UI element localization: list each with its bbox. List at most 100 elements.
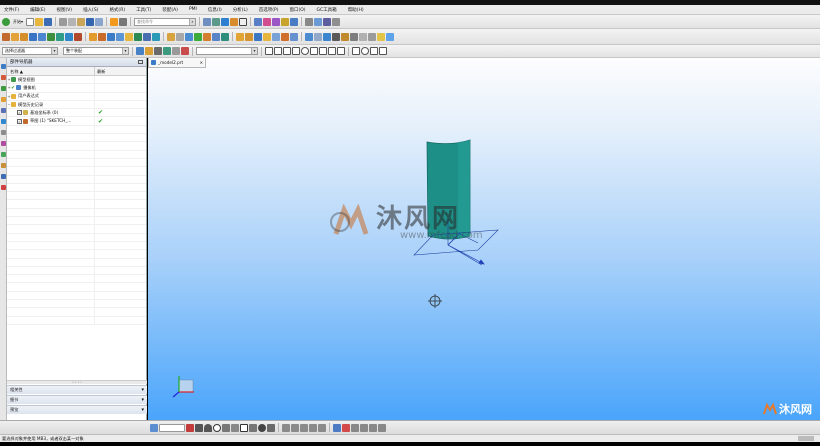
block-icon[interactable]: [47, 32, 55, 41]
color-icon[interactable]: [239, 17, 248, 26]
graphics-window[interactable]: _model2.prt ✕ 沐风网 www.mfcad.com 沐风网: [148, 58, 820, 420]
search-icon[interactable]: ⌕: [189, 18, 196, 25]
pattern-icon[interactable]: [203, 32, 211, 41]
column-header-name[interactable]: 名称 ▲: [7, 67, 95, 75]
roles-icon[interactable]: [1, 174, 6, 179]
tree-row-sketch[interactable]: ✓ 草图 (1) "SKETCH_... ✔: [7, 117, 146, 126]
tree-row-user-expressions[interactable]: + 用户表达式: [7, 92, 146, 101]
chevron-down-icon[interactable]: ▾: [141, 396, 144, 404]
make-corner-icon[interactable]: [300, 423, 308, 432]
camera-icon[interactable]: [368, 32, 376, 41]
snap-on-curve-icon[interactable]: [328, 47, 336, 55]
move-icon[interactable]: [263, 17, 272, 26]
manufacturing-wizards-icon[interactable]: [1, 163, 6, 168]
line-icon[interactable]: [195, 423, 203, 432]
menu-edit[interactable]: 编辑(E): [30, 7, 45, 13]
convert-reference-icon[interactable]: [369, 423, 377, 432]
start-icon[interactable]: [2, 17, 10, 26]
fillet-icon[interactable]: [222, 423, 230, 432]
thread-icon[interactable]: [221, 32, 229, 41]
unite-icon[interactable]: [89, 32, 97, 41]
datum-axis-icon[interactable]: [176, 32, 184, 41]
rotate-icon[interactable]: [323, 32, 331, 41]
cylinder-icon[interactable]: [56, 32, 64, 41]
menu-analysis[interactable]: 分析(L): [233, 7, 248, 13]
chevron-down-icon[interactable]: ▾: [141, 406, 144, 414]
studio-spline-icon[interactable]: [267, 423, 275, 432]
quick-trim-icon[interactable]: [282, 423, 290, 432]
menu-tools[interactable]: 工具(T): [136, 7, 151, 13]
sketch-icon[interactable]: [2, 32, 10, 41]
menu-help[interactable]: 帮助(H): [348, 7, 364, 13]
datum-plane-icon[interactable]: [167, 32, 175, 41]
chamfer-icon[interactable]: [231, 423, 239, 432]
menu-view[interactable]: 视图(V): [56, 7, 72, 13]
extrude-icon[interactable]: [11, 32, 19, 41]
window-icon[interactable]: [119, 17, 128, 26]
menu-preferences[interactable]: 首选项(P): [259, 7, 279, 13]
rectangle-icon[interactable]: [240, 423, 248, 432]
menu-gc-toolbox[interactable]: GC工具箱: [317, 7, 337, 13]
rapid-dimension-icon[interactable]: [333, 423, 341, 432]
paste-icon[interactable]: [77, 17, 86, 26]
chevron-down-icon[interactable]: ▾: [51, 48, 57, 54]
curve-rule-select[interactable]: ▾: [196, 47, 258, 55]
profile-icon[interactable]: [186, 423, 194, 432]
material-icon[interactable]: [230, 17, 239, 26]
shell-icon[interactable]: [134, 32, 142, 41]
snap-intersection-icon[interactable]: [292, 47, 300, 55]
intersect-icon[interactable]: [107, 32, 115, 41]
edge-blend-icon[interactable]: [116, 32, 124, 41]
sketch-name-box[interactable]: [159, 423, 185, 432]
section-dependencies[interactable]: 相关性 ▾: [7, 385, 147, 394]
menu-pmi[interactable]: PMI: [189, 7, 197, 12]
analysis-icon[interactable]: [305, 17, 314, 26]
column-header-latest[interactable]: 最新: [95, 67, 105, 75]
revolve-icon[interactable]: [20, 32, 28, 41]
history-icon[interactable]: [1, 130, 6, 135]
hole-icon[interactable]: [29, 32, 37, 41]
snap-on-face-icon[interactable]: [337, 47, 345, 55]
wcs-icon[interactable]: [281, 17, 290, 26]
boss-icon[interactable]: [38, 32, 46, 41]
sphere-icon[interactable]: [74, 32, 82, 41]
background-icon[interactable]: [386, 32, 394, 41]
transform-icon[interactable]: [272, 17, 281, 26]
tree-row-cameras[interactable]: + ✔ 摄像机: [7, 84, 146, 93]
section-details[interactable]: 细节 ▾: [7, 395, 147, 404]
alternate-solution-icon[interactable]: [378, 423, 386, 432]
lasso-select-icon[interactable]: [181, 47, 189, 55]
open-folder-icon[interactable]: [35, 17, 44, 26]
application-icon[interactable]: [110, 17, 119, 26]
clip-section-icon[interactable]: [359, 32, 367, 41]
offset-surface-icon[interactable]: [263, 32, 271, 41]
part-navigator-icon[interactable]: [1, 86, 6, 91]
start-menu[interactable]: 开始▾: [13, 19, 23, 25]
circle-icon[interactable]: [213, 423, 221, 432]
pattern-curve-icon[interactable]: [318, 423, 326, 432]
tree-row-model-history[interactable]: − 模型历史记录: [7, 100, 146, 110]
lighting-icon[interactable]: [377, 32, 385, 41]
thicken-icon[interactable]: [281, 32, 289, 41]
snap-quadrant-icon[interactable]: [310, 47, 318, 55]
redo-icon[interactable]: [95, 17, 104, 26]
checkbox[interactable]: ✓: [17, 110, 22, 116]
cut-icon[interactable]: [59, 17, 68, 26]
point-icon[interactable]: [258, 423, 266, 432]
mirror-icon[interactable]: [212, 32, 220, 41]
section-icon[interactable]: [323, 17, 332, 26]
render-style-icon[interactable]: [212, 17, 221, 26]
tree-row-model-views[interactable]: + 模型视图: [7, 76, 146, 85]
assembly-navigator-icon[interactable]: [1, 64, 6, 69]
sew-icon[interactable]: [272, 32, 280, 41]
pan-icon[interactable]: [332, 32, 340, 41]
snap-arc-center-icon[interactable]: [361, 47, 369, 55]
menu-insert[interactable]: 插入(S): [83, 7, 98, 13]
snap-midpoint-icon[interactable]: [274, 47, 282, 55]
cone-icon[interactable]: [65, 32, 73, 41]
extract-icon[interactable]: [290, 32, 298, 41]
hd3d-tools-icon[interactable]: [1, 108, 6, 113]
arc-icon[interactable]: [204, 423, 212, 432]
menu-window[interactable]: 窗口(O): [289, 7, 305, 13]
point-icon[interactable]: [194, 32, 202, 41]
